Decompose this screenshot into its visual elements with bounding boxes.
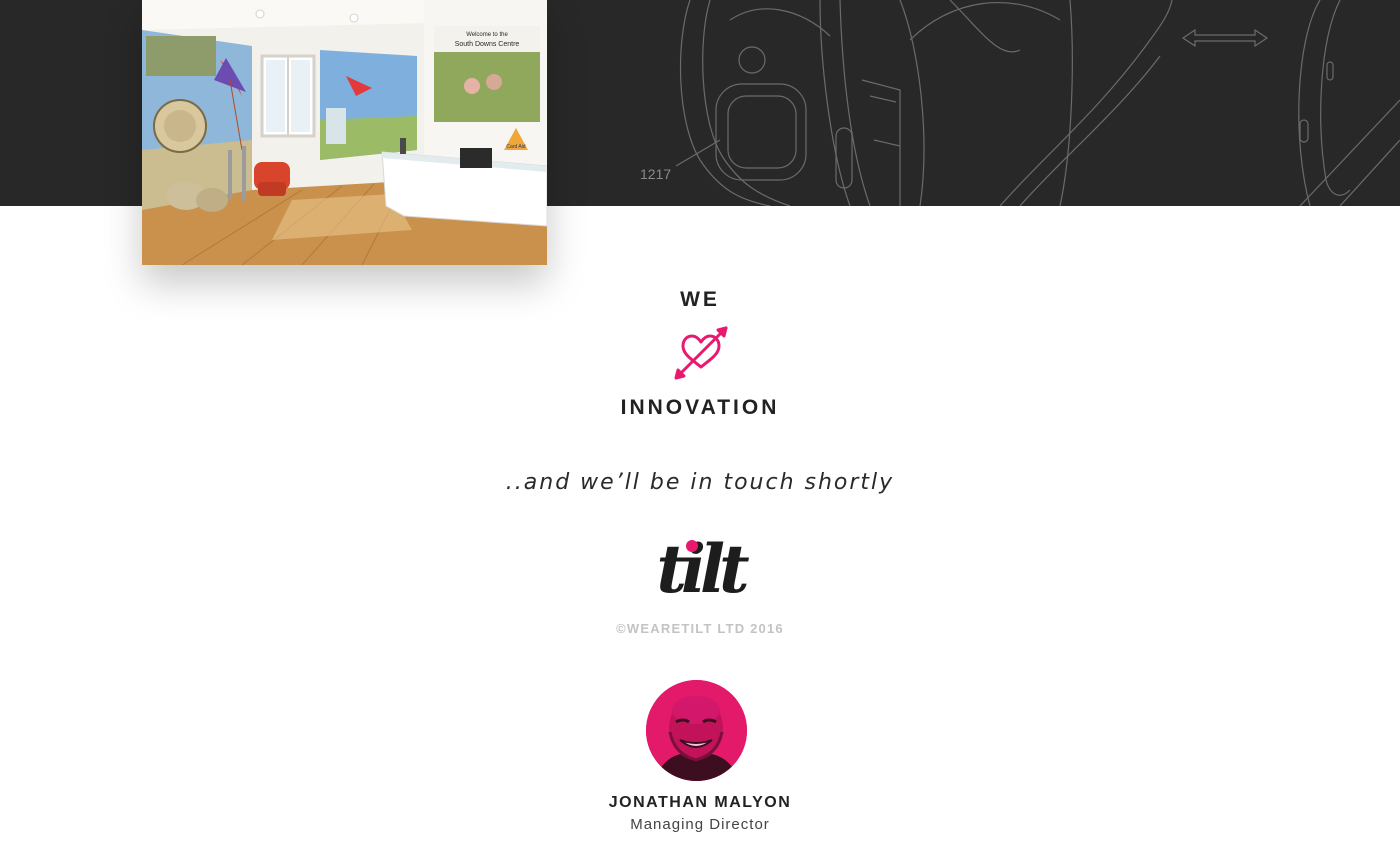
message-line-we: WE xyxy=(680,288,720,311)
heart-arrow-icon xyxy=(674,326,728,380)
tilt-logo-dot xyxy=(686,540,698,552)
office-photo-illustration: Welcome to the South Downs Centre Card A… xyxy=(142,0,547,265)
avatar xyxy=(646,680,747,781)
drawing-dimension-label: 1217 xyxy=(640,166,672,182)
tilt-logo-text: tilt xyxy=(656,530,749,608)
tilt-logo[interactable]: tilt xyxy=(650,526,750,612)
message-line-innovation: INNOVATION xyxy=(620,396,780,419)
sign-subtitle: South Downs Centre xyxy=(455,41,520,48)
avatar-portrait xyxy=(646,680,747,781)
card-aid-badge: Card Aid xyxy=(506,144,525,150)
sign-title: Welcome to the xyxy=(466,32,508,38)
contact-role: Managing Director xyxy=(630,816,770,833)
office-photo: Welcome to the South Downs Centre Card A… xyxy=(142,0,547,265)
tagline: ..and we’ll be in touch shortly xyxy=(505,470,895,495)
copyright-text: ©WEARETILT LTD 2016 xyxy=(616,621,784,636)
contact-name: JONATHAN MALYON xyxy=(608,794,792,811)
